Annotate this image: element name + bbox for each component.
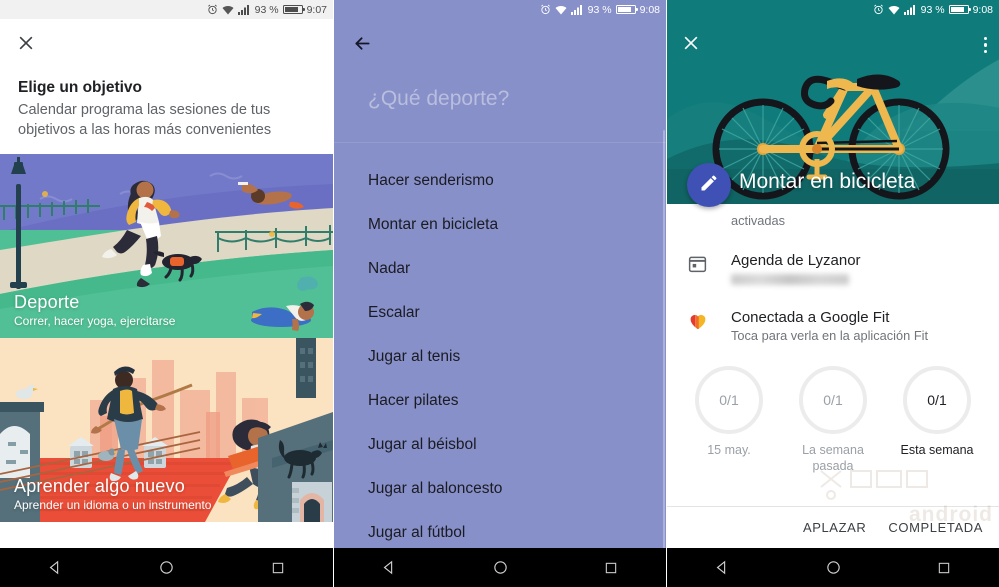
detail-row-notifications[interactable]: activadas [667, 208, 999, 242]
battery-icon [282, 5, 305, 14]
row-icon-placeholder [687, 210, 731, 212]
clock: 9:08 [972, 3, 993, 16]
goal-card-title: Deporte [14, 292, 80, 312]
three-phone-screenshots: 93 % 9:07 Elige un objetivo Calendar pro… [0, 0, 999, 587]
row-primary: Conectada a Google Fit [731, 309, 890, 326]
progress-ring-value: 0/1 [799, 366, 867, 434]
progress-ring-caption: 15 may. [707, 443, 751, 457]
goal-card-learn-label: Aprender algo nuevo Aprender un idioma o… [14, 476, 211, 512]
back-arrow-icon [352, 37, 373, 58]
nav-home-button[interactable] [492, 559, 509, 576]
battery-icon [615, 5, 638, 14]
overflow-menu-icon [983, 36, 987, 54]
wifi-icon [222, 5, 234, 15]
goal-card-sport-label: Deporte Correr, hacer yoga, ejercitarse [14, 292, 175, 328]
detail-row-google-fit[interactable]: Conectada a Google Fit Toca para verla e… [667, 299, 999, 352]
battery-percent: 93 % [254, 3, 279, 16]
edit-fab-button[interactable] [687, 163, 731, 207]
wifi-icon [888, 5, 900, 15]
status-bar-mid: 93 % 9:08 [334, 0, 666, 19]
goal-card-subtitle: Correr, hacer yoga, ejercitarse [14, 314, 176, 328]
detail-action-bar: APLAZAR COMPLETADA [667, 506, 999, 548]
battery-percent: 93 % [920, 3, 945, 16]
progress-item[interactable]: 0/1 15 may. [679, 366, 779, 474]
phone-screen-sport-list: 93 % 9:08 ¿Qué deporte? Hacer senderismo… [333, 0, 666, 587]
sport-list-item[interactable]: Hacer senderismo [334, 159, 666, 203]
detail-topbar [667, 19, 999, 71]
android-nav-bar [667, 548, 999, 587]
snooze-button[interactable]: APLAZAR [803, 520, 866, 535]
nav-back-button[interactable] [381, 559, 398, 576]
sport-list-item[interactable]: Jugar al béisbol [334, 423, 666, 467]
battery-icon [948, 5, 971, 14]
row-primary: Agenda de Lyzanor [731, 252, 861, 269]
sport-list-item[interactable]: Hacer pilates [334, 379, 666, 423]
back-button[interactable] [334, 19, 666, 59]
signal-icon [903, 4, 917, 15]
edit-pencil-icon [699, 173, 719, 198]
alarm-icon [207, 4, 218, 15]
progress-ring-value: 0/1 [695, 366, 763, 434]
progress-ring-value: 0/1 [903, 366, 971, 434]
goal-picker-header: Elige un objetivo Calendar programa las … [0, 58, 333, 154]
clock: 9:08 [639, 3, 660, 16]
goal-title: Montar en bicicleta [739, 170, 916, 193]
sport-list-item[interactable]: Jugar al baloncesto [334, 467, 666, 511]
scrollbar[interactable] [662, 130, 665, 550]
android-nav-bar [334, 548, 666, 587]
battery-percent: 93 % [587, 3, 612, 16]
nav-home-button[interactable] [825, 559, 842, 576]
goal-card-subtitle: Aprender un idioma o un instrumento [14, 498, 212, 512]
complete-button[interactable]: COMPLETADA [888, 520, 983, 535]
nav-home-button[interactable] [158, 559, 175, 576]
page-title: Elige un objetivo [18, 79, 143, 96]
nav-back-button[interactable] [714, 559, 731, 576]
status-bar-left: 93 % 9:07 [0, 0, 333, 19]
goal-card-sport[interactable]: Deporte Correr, hacer yoga, ejercitarse [0, 154, 333, 338]
close-icon [16, 36, 36, 57]
goal-card-learn[interactable]: Aprender algo nuevo Aprender un idioma o… [0, 338, 333, 522]
nav-back-button[interactable] [47, 559, 64, 576]
android-nav-bar [0, 548, 333, 587]
calendar-icon [687, 251, 731, 274]
google-fit-heart-icon [687, 308, 731, 332]
clock: 9:07 [306, 3, 327, 16]
sport-list-item[interactable]: Jugar al tenis [334, 335, 666, 379]
detail-rows: activadas Agenda de Lyzanor Conectada a … [667, 204, 999, 352]
signal-icon [237, 4, 251, 15]
sport-list: Hacer senderismo Montar en bicicleta Nad… [334, 143, 666, 555]
overflow-menu-button[interactable] [983, 36, 987, 54]
alarm-icon [873, 4, 884, 15]
signal-icon [570, 4, 584, 15]
phone-screen-goal-detail: 93 % 9:08 Montar en bicicleta activadas … [666, 0, 999, 587]
progress-item[interactable]: 0/1 Esta semana [887, 366, 987, 474]
alarm-icon [540, 4, 551, 15]
nav-recents-button[interactable] [603, 560, 619, 576]
row-secondary: activadas [731, 213, 786, 228]
row-secondary: Toca para verla en la aplicación Fit [731, 328, 929, 343]
nav-recents-button[interactable] [936, 560, 952, 576]
detail-row-calendar[interactable]: Agenda de Lyzanor [667, 242, 999, 299]
sport-list-item[interactable]: Montar en bicicleta [334, 203, 666, 247]
progress-rings: 0/1 15 may. 0/1 La semana pasada 0/1 Est… [667, 352, 999, 480]
close-button[interactable] [681, 33, 701, 58]
progress-item[interactable]: 0/1 La semana pasada [783, 366, 883, 474]
redacted-email [731, 274, 849, 285]
progress-ring-caption: Esta semana [900, 443, 974, 457]
phone-screen-goal-picker: 93 % 9:07 Elige un objetivo Calendar pro… [0, 0, 333, 587]
close-icon [681, 36, 701, 57]
close-button[interactable] [0, 19, 333, 58]
page-subtitle: Calendar programa las sesiones de tus ob… [18, 102, 272, 138]
progress-ring-caption: La semana pasada [802, 443, 864, 473]
wifi-icon [555, 5, 567, 15]
nav-recents-button[interactable] [270, 560, 286, 576]
sport-list-item[interactable]: Escalar [334, 291, 666, 335]
status-bar-right: 93 % 9:08 [667, 0, 999, 19]
sport-list-item[interactable]: Nadar [334, 247, 666, 291]
goal-card-title: Aprender algo nuevo [14, 476, 185, 496]
sport-question-title: ¿Qué deporte? [368, 87, 510, 110]
